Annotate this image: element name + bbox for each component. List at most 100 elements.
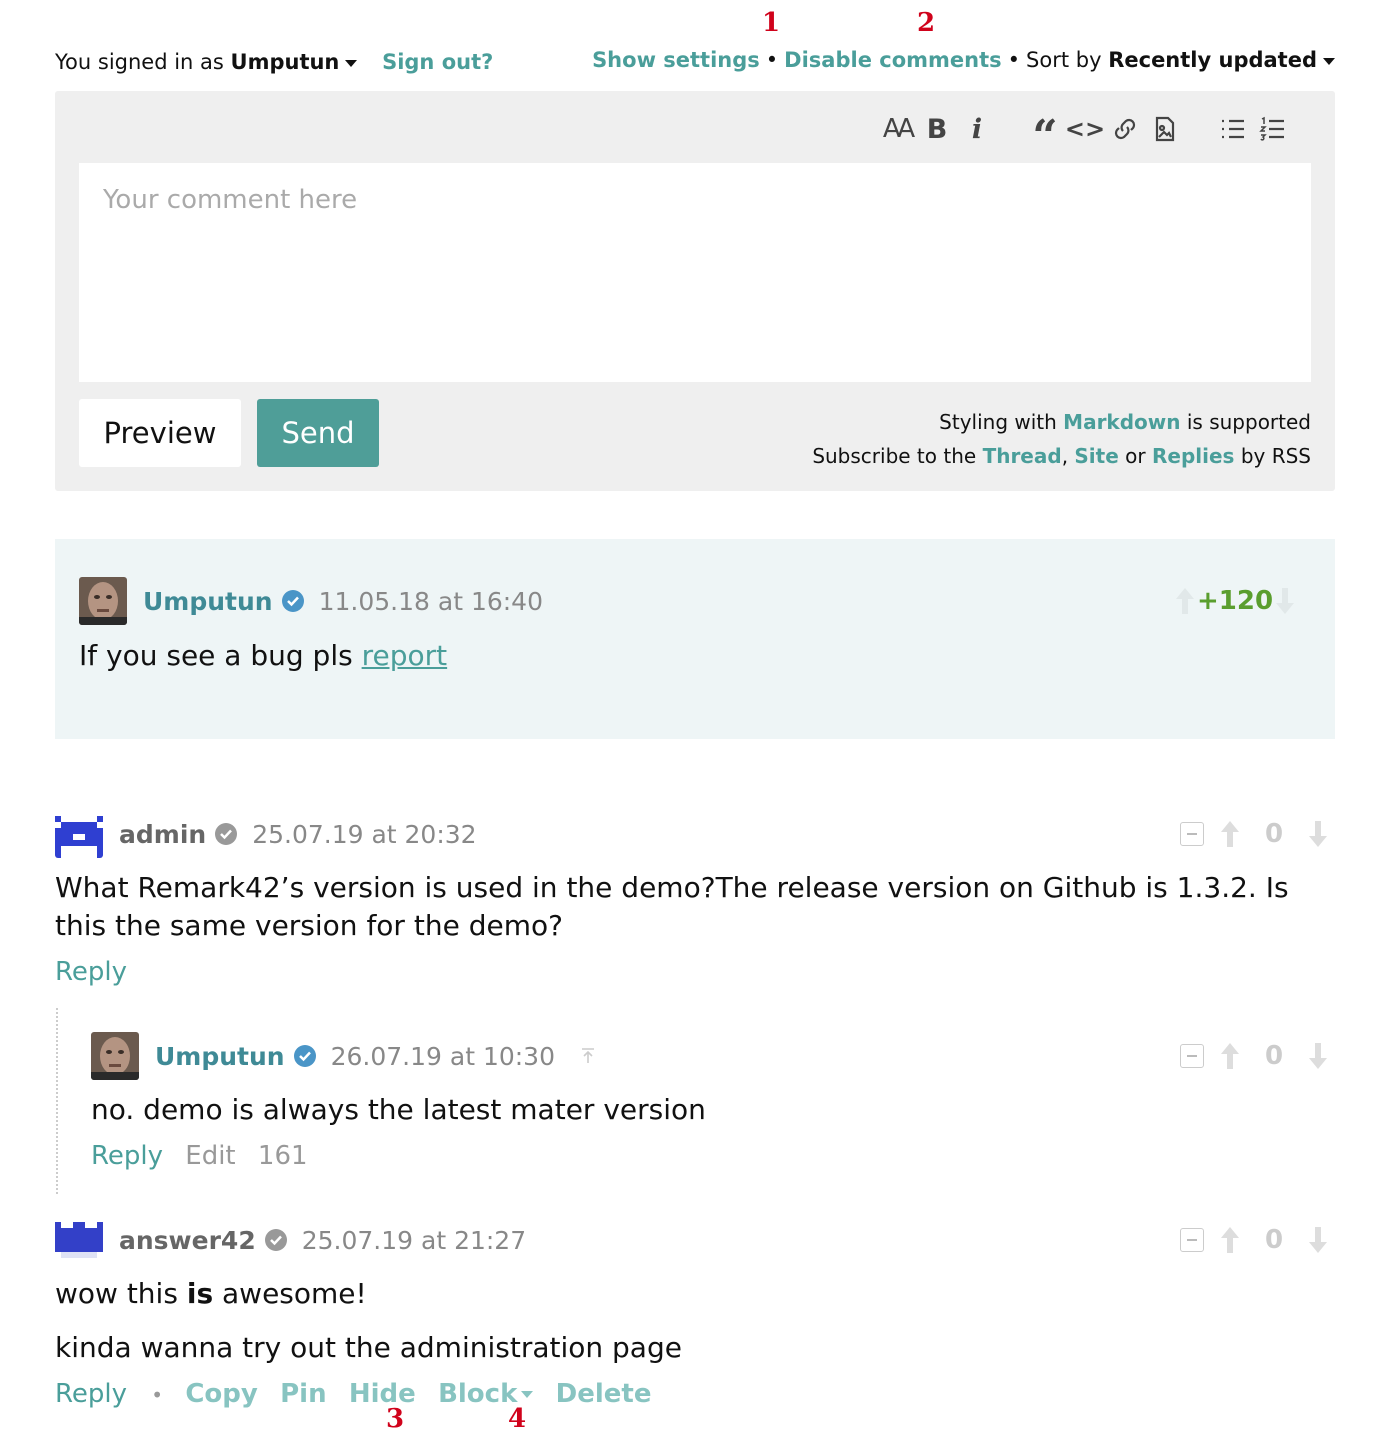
collapse-button[interactable] [1180, 1044, 1204, 1068]
preview-button[interactable]: Preview [79, 399, 241, 467]
comment-author[interactable]: Umputun [155, 1042, 285, 1071]
comment-actions: Reply Edit 161 [91, 1141, 322, 1171]
collapse-button[interactable] [1180, 1228, 1204, 1252]
upvote-icon[interactable] [1218, 819, 1242, 849]
verified-icon [264, 1229, 287, 1251]
rss-thread-link[interactable]: Thread [983, 444, 1062, 468]
send-button[interactable]: Send [257, 399, 379, 467]
avatar[interactable] [55, 810, 103, 858]
comment-author[interactable]: admin [119, 820, 206, 849]
user-menu[interactable]: Umputun [231, 50, 340, 74]
italic-icon: i [971, 113, 983, 145]
block-dropdown[interactable]: Block [438, 1379, 534, 1409]
edit-button[interactable]: Edit [185, 1141, 235, 1171]
copy-button[interactable]: Copy [185, 1379, 258, 1409]
sort-label: Sort by [1026, 48, 1102, 72]
heading-button[interactable]: AA [877, 109, 917, 149]
link-button[interactable] [1105, 109, 1145, 149]
reply-button[interactable]: Reply [55, 1379, 127, 1409]
show-settings-link[interactable]: Show settings [592, 48, 760, 72]
upvote-icon[interactable] [1218, 1225, 1242, 1255]
heading-icon: AA [882, 114, 915, 144]
italic-button[interactable]: i [957, 109, 997, 149]
chevron-down-icon[interactable] [1323, 57, 1335, 65]
comment-time[interactable]: 25.07.19 at 20:32 [252, 820, 476, 849]
comment-text: What Remark42’s version is used in the d… [55, 871, 1289, 942]
vote-controls: 0 [1180, 1036, 1330, 1076]
chevron-down-icon[interactable] [345, 59, 358, 67]
pin-button[interactable]: Pin [280, 1379, 326, 1409]
quote-button[interactable]: “ [1025, 109, 1065, 162]
verified-icon [215, 823, 238, 845]
comment-actions: Reply • Copy Pin Hide Block Delete [55, 1379, 665, 1409]
upvote-icon[interactable] [1218, 1041, 1242, 1071]
hide-button[interactable]: Hide [349, 1379, 416, 1409]
comment-time[interactable]: 25.07.19 at 21:27 [302, 1226, 526, 1255]
downvote-icon[interactable] [1273, 586, 1297, 616]
verified-icon [293, 1045, 316, 1067]
downvote-icon[interactable] [1306, 1225, 1330, 1255]
reply-button[interactable]: Reply [55, 957, 127, 987]
chevron-down-icon [521, 1391, 534, 1398]
report-link[interactable]: report [362, 639, 448, 672]
comment-score: 0 [1264, 1041, 1284, 1071]
comment-score: 0 [1264, 1225, 1284, 1255]
comment-text-bold: is [186, 1277, 214, 1310]
pinned-comment: Umputun 11.05.18 at 16:40 +120 If you se… [55, 539, 1335, 739]
comment-text-part: awesome! [222, 1277, 367, 1310]
sign-out-link[interactable]: Sign out? [382, 50, 493, 74]
or-text: or [1125, 444, 1146, 468]
annotation-2: 2 [917, 8, 936, 38]
separator: • [765, 48, 779, 72]
bold-button[interactable]: B [917, 109, 957, 149]
thread-indent-line [56, 1008, 58, 1194]
separator: • [151, 1383, 164, 1407]
comment-text: no. demo is always the latest mater vers… [91, 1093, 706, 1126]
delete-button[interactable]: Delete [556, 1379, 652, 1409]
comment-time[interactable]: 11.05.18 at 16:40 [319, 587, 543, 616]
avatar[interactable] [79, 577, 127, 625]
downvote-icon[interactable] [1306, 1041, 1330, 1071]
by-rss-text: by RSS [1240, 444, 1311, 468]
ordered-list-button[interactable] [1253, 109, 1293, 149]
image-button[interactable] [1145, 109, 1185, 149]
comment-header: answer42 25.07.19 at 21:27 [55, 1216, 526, 1264]
upvote-icon[interactable] [1173, 586, 1197, 616]
auth-bar: You signed in as Umputun Sign out? Show … [55, 46, 1335, 80]
comment-text-part: wow this [55, 1277, 178, 1310]
subscribe-prefix: Subscribe to the [812, 444, 977, 468]
avatar[interactable] [55, 1216, 103, 1264]
annotation-1: 1 [762, 8, 781, 38]
rss-replies-link[interactable]: Replies [1152, 444, 1234, 468]
comment-header: admin 25.07.19 at 20:32 [55, 810, 477, 858]
comment-header: Umputun 26.07.19 at 10:30 [91, 1032, 597, 1080]
reply-button[interactable]: Reply [91, 1141, 163, 1171]
code-button[interactable]: <> [1065, 109, 1105, 149]
collapse-button[interactable] [1180, 822, 1204, 846]
disable-comments-link[interactable]: Disable comments [784, 48, 1001, 72]
comment-score: +120 [1197, 586, 1274, 616]
comment-actions: Reply [55, 957, 141, 987]
styling-prefix: Styling with [939, 410, 1057, 434]
rss-site-link[interactable]: Site [1074, 444, 1118, 468]
comment-author[interactable]: Umputun [143, 587, 273, 616]
rss-subscribe: Subscribe to the Thread, Site or Replies… [812, 439, 1311, 473]
ordered-list-icon [1259, 116, 1284, 141]
verified-icon [281, 590, 304, 612]
comment-header: Umputun 11.05.18 at 16:40 [79, 577, 543, 625]
avatar[interactable] [91, 1032, 139, 1080]
comment-time[interactable]: 26.07.19 at 10:30 [331, 1042, 555, 1071]
sort-select[interactable]: Recently updated [1108, 48, 1317, 72]
thread-controls: Show settings • Disable comments • Sort by R… [592, 48, 1335, 72]
unordered-list-button[interactable] [1213, 109, 1253, 149]
signed-in-label: You signed in as [55, 50, 224, 74]
comment-input[interactable] [79, 163, 1311, 382]
downvote-icon[interactable] [1306, 819, 1330, 849]
vote-controls: +120 [1173, 581, 1297, 621]
markdown-link[interactable]: Markdown [1063, 410, 1180, 434]
comment-author[interactable]: answer42 [119, 1226, 256, 1255]
comment-text-prefix: If you see a bug pls [79, 639, 353, 672]
vote-controls: 0 [1180, 1220, 1330, 1260]
go-to-parent-icon[interactable] [579, 1047, 597, 1065]
comment-text: wow this is awesome! [55, 1275, 367, 1313]
